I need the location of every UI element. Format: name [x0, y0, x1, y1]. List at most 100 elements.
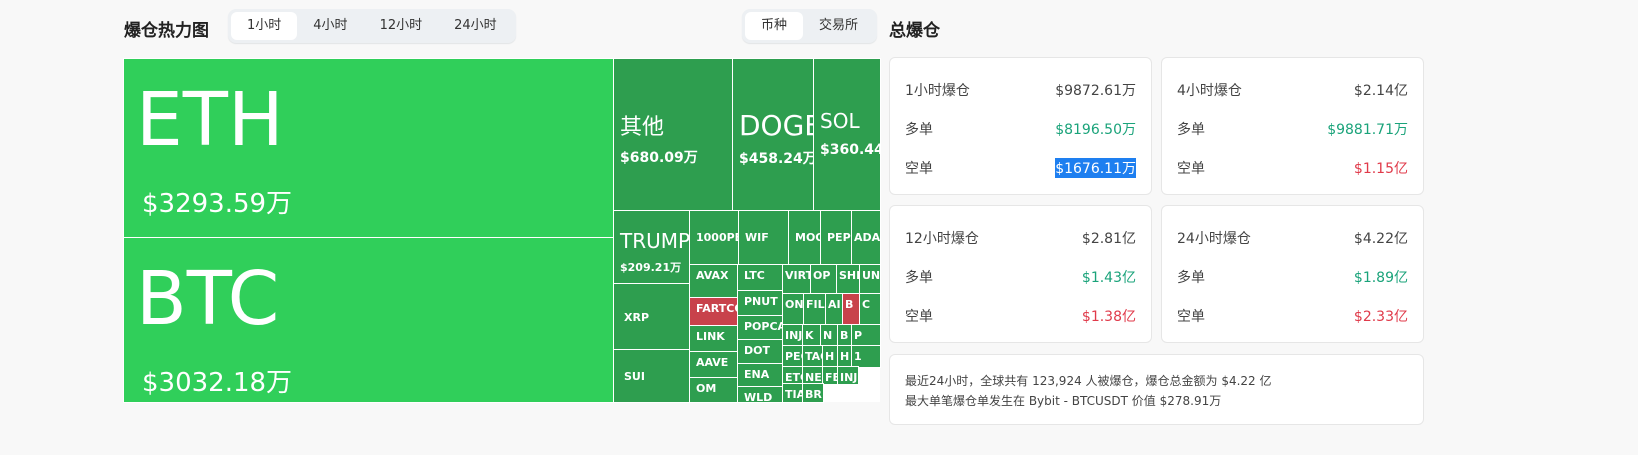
tile-symbol: FARTCOIN [696, 302, 738, 315]
summary-line-2: 最大单笔爆仓单发生在 Bybit - BTCUSDT 价值 $278.91万 [905, 394, 1222, 408]
short-label: 空单 [1177, 160, 1205, 177]
short-value: $1676.11万 [1055, 157, 1136, 178]
treemap-tile[interactable]: TRUMP $209.21万 [613, 210, 691, 285]
treemap-tile[interactable]: AI [825, 293, 844, 326]
tile-symbol: SHIB [839, 269, 860, 282]
treemap-tile[interactable]: SUI [613, 349, 691, 403]
treemap-tile[interactable]: ENA [737, 363, 784, 388]
treemap-tile[interactable]: PNUT [737, 290, 784, 317]
long-label: 多单 [1177, 269, 1205, 286]
tab-12h[interactable]: 12小时 [364, 12, 439, 40]
card-label: 1小时爆仓 [905, 82, 970, 99]
tile-symbol: B [845, 298, 854, 311]
treemap-tile[interactable]: N [820, 324, 839, 347]
long-label: 多单 [905, 121, 933, 138]
treemap-tile[interactable]: FARTCOIN [689, 297, 739, 327]
treemap-tile[interactable]: P [851, 324, 881, 347]
treemap-tile[interactable]: FIL [803, 293, 827, 326]
short-value: $1.38亿 [1081, 308, 1136, 325]
treemap-tile[interactable]: 1 [851, 345, 881, 368]
tile-symbol: B [840, 329, 849, 342]
treemap-tile[interactable]: K [802, 324, 822, 347]
treemap-tile[interactable]: ADA [851, 210, 881, 266]
treemap-tile[interactable]: H [837, 345, 853, 368]
tile-symbol: BR [805, 388, 822, 401]
tile-symbol: SOL [820, 109, 860, 133]
tile-symbol: PEPE [827, 231, 852, 244]
tile-symbol: PEOPLE [785, 350, 803, 363]
short-label: 空单 [905, 308, 933, 325]
treemap-tile[interactable]: H [822, 345, 839, 368]
tile-symbol: 其他 [620, 115, 665, 140]
tile-symbol: DOT [744, 344, 770, 357]
treemap-tile[interactable]: B [837, 324, 853, 347]
treemap-tile[interactable]: WLD [737, 386, 784, 403]
tab-24h[interactable]: 24小时 [438, 12, 513, 40]
treemap-tile[interactable]: NEAR [802, 366, 824, 385]
treemap-tile[interactable]: 其他 $680.09万 [613, 58, 734, 212]
treemap-tile[interactable]: INJ [837, 366, 859, 385]
treemap-tile[interactable]: C [859, 293, 881, 326]
long-value: $8196.50万 [1055, 121, 1136, 138]
treemap-tile[interactable]: PEPE [820, 210, 853, 266]
treemap-tile[interactable]: INJ [782, 324, 804, 347]
tile-symbol: OM [696, 382, 717, 395]
short-label: 空单 [1177, 308, 1205, 325]
treemap-tile[interactable]: AVAX [689, 264, 739, 299]
treemap-tile[interactable]: ETC [782, 366, 804, 385]
card-total: $9872.61万 [1055, 82, 1136, 99]
tile-symbol: UNI [862, 269, 880, 282]
card-label: 4小时爆仓 [1177, 82, 1242, 99]
treemap-tile[interactable]: DOGE $458.24万 [732, 58, 815, 212]
group-tabs: 币种 交易所 [742, 9, 878, 43]
tile-symbol: N [823, 329, 833, 342]
tile-symbol: TIA [785, 388, 803, 401]
tile-symbol: FIL [806, 298, 825, 311]
treemap-tile[interactable]: ETH $3293.59万 [123, 58, 615, 239]
tile-symbol: ETC [785, 371, 803, 384]
treemap-tile[interactable]: OM [689, 377, 739, 403]
tile-symbol: ONDO [785, 298, 804, 311]
treemap-tile[interactable]: BR [802, 383, 824, 403]
tile-symbol: BTC [136, 256, 280, 342]
liquidation-card: 4小时爆仓 $2.14亿 多单 $9881.71万 空单 $1.15亿 [1161, 57, 1424, 195]
treemap-tile[interactable]: AAVE [689, 351, 739, 379]
treemap-tile[interactable]: MOODENG [788, 210, 822, 266]
treemap-tile[interactable]: OP [810, 264, 838, 295]
treemap-tile[interactable]: SHIB [836, 264, 861, 295]
treemap-tile[interactable]: BTC $3032.18万 [123, 237, 615, 403]
tile-symbol: P [854, 329, 863, 342]
treemap-tile[interactable]: DOT [737, 339, 784, 365]
treemap-tile[interactable]: 1000PEPE [689, 210, 740, 266]
tile-symbol: LINK [696, 330, 725, 343]
tab-4h[interactable]: 4小时 [297, 12, 363, 40]
tab-1h[interactable]: 1小时 [231, 12, 298, 40]
tile-symbol: FET [825, 371, 838, 384]
treemap-tile[interactable]: TAO [802, 345, 824, 368]
tile-value: $209.21万 [620, 261, 682, 274]
tab-exchange[interactable]: 交易所 [803, 12, 874, 40]
tile-symbol: DOGE [739, 109, 814, 142]
treemap-tile[interactable]: LTC [737, 264, 784, 292]
treemap-tile[interactable]: PEOPLE [782, 345, 804, 368]
treemap-tile[interactable]: VIRTUAL [782, 264, 812, 295]
treemap-tile[interactable]: TIA [782, 383, 804, 403]
tab-coin[interactable]: 币种 [745, 12, 804, 40]
treemap-tile[interactable]: ONDO [782, 293, 805, 326]
treemap-tile[interactable]: POPCAT [737, 315, 784, 341]
tile-symbol: MOODENG [795, 231, 821, 244]
treemap-tile[interactable]: WIF [738, 210, 790, 266]
treemap-tile[interactable]: UNI [859, 264, 881, 295]
treemap-tile[interactable]: LINK [689, 325, 739, 353]
treemap-tile[interactable]: FET [822, 366, 839, 385]
tile-value: $3293.59万 [142, 189, 293, 219]
tile-value: $3032.18万 [142, 368, 293, 398]
time-range-tabs: 1小时 4小时 12小时 24小时 [228, 9, 516, 43]
summary-card: 最近24小时，全球共有 123,924 人被爆仓，爆仓总金额为 $4.22 亿 … [889, 354, 1424, 425]
tile-symbol: OP [813, 269, 831, 282]
treemap-tile[interactable]: XRP [613, 283, 691, 351]
treemap-tile[interactable]: B [842, 293, 861, 326]
short-value: $1.15亿 [1353, 160, 1408, 177]
tile-symbol: C [862, 298, 871, 311]
treemap-tile[interactable]: SOL $360.44万 [813, 58, 881, 212]
